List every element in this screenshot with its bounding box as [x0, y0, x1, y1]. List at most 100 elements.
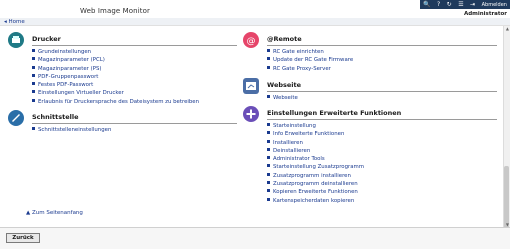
- bullet-icon: [267, 95, 270, 98]
- menu-link[interactable]: Festes PDF-Passwort: [32, 81, 199, 89]
- back-button[interactable]: Zurück: [6, 233, 40, 243]
- bullet-icon: [267, 189, 270, 193]
- menu-link[interactable]: RC Gate einrichten: [267, 48, 353, 56]
- main-content: Drucker Grundeinstellungen Magazinparamet…: [0, 26, 503, 227]
- bullet-icon: [267, 123, 270, 126]
- svg-text:@: @: [247, 37, 256, 47]
- menu-link[interactable]: Zusatzprogramm deinstallieren: [267, 180, 364, 188]
- menu-link[interactable]: Kartenspeicherdaten kopieren: [267, 197, 364, 205]
- web-image-monitor: Web Image Monitor 🔍 ? ↻ ☰ ⇥ Abmelden Adm…: [0, 0, 510, 249]
- webseite-links: Webseite: [267, 94, 298, 102]
- printer-icon: [8, 32, 24, 48]
- menu-link[interactable]: Starteinstellung Zusatzprogramm: [267, 163, 364, 171]
- bullet-icon: [267, 197, 270, 201]
- list-icon[interactable]: ☰: [458, 0, 463, 9]
- menu-link-label: Magazinparameter (PCL): [38, 57, 105, 64]
- menu-link-label: Zusatzprogramm installieren: [273, 172, 351, 179]
- app-title: Web Image Monitor: [80, 7, 150, 15]
- section-title: Schnittstelle: [32, 113, 79, 121]
- menu-link-label: Info Erweiterte Funktionen: [273, 131, 345, 138]
- menu-link[interactable]: Magazinparameter (PCL): [32, 56, 199, 64]
- menu-link-label: Grundeinstellungen: [38, 49, 92, 55]
- section-title: Webseite: [267, 81, 302, 89]
- menu-link-label: Update der RC Gate Firmware: [273, 57, 354, 64]
- help-icon[interactable]: ?: [437, 0, 440, 9]
- menu-link-label: RC Gate Proxy-Server: [273, 65, 331, 72]
- section-remote: @ @Remote RC Gate einrichten Update der R…: [243, 32, 498, 72]
- bullet-icon: [32, 65, 35, 69]
- remote-icon: @: [243, 32, 259, 48]
- menu-link-label: Festes PDF-Passwort: [38, 82, 94, 89]
- menu-link-label: RC Gate einrichten: [273, 49, 324, 55]
- logout-icon[interactable]: ⇥: [470, 0, 475, 9]
- breadcrumb: ◂ Home: [0, 18, 510, 26]
- back-to-top-label: Zum Seitenanfang: [31, 210, 83, 216]
- menu-link[interactable]: Erlaubnis für Druckersprache des Dateisy…: [32, 98, 199, 106]
- bullet-icon: [267, 49, 270, 52]
- erweitert-links: Starteinstellung Info Erweiterte Funktion…: [267, 122, 364, 205]
- menu-link-label: Webseite: [273, 95, 298, 101]
- bullet-icon: [267, 181, 270, 185]
- home-label: Home: [8, 19, 25, 25]
- bullet-icon: [267, 131, 270, 135]
- bullet-icon: [32, 49, 35, 52]
- bullet-icon: [32, 57, 35, 61]
- bullet-icon: [267, 156, 270, 160]
- menu-link[interactable]: Update der RC Gate Firmware: [267, 56, 353, 64]
- bullet-icon: [267, 57, 270, 61]
- divider: [32, 45, 237, 46]
- menu-link-label: Schnittstelleneinstellungen: [38, 127, 112, 133]
- menu-link[interactable]: Deinstallieren: [267, 147, 364, 155]
- menu-link-label: Erlaubnis für Druckersprache des Dateisy…: [38, 98, 200, 105]
- menu-link[interactable]: Administrator Tools: [267, 155, 364, 163]
- section-webseite: Webseite Webseite: [243, 78, 498, 108]
- scrollbar[interactable]: ▲ ▼: [503, 26, 510, 236]
- menu-link-label: Magazinparameter (PS): [38, 65, 102, 72]
- schnittstelle-links: Schnittstelleneinstellungen: [32, 126, 111, 134]
- plus-icon: [243, 106, 259, 122]
- scroll-up-icon[interactable]: ▲: [506, 26, 509, 31]
- header: Web Image Monitor 🔍 ? ↻ ☰ ⇥ Abmelden Adm…: [0, 0, 510, 20]
- menu-link-label: Deinstallieren: [273, 147, 311, 154]
- menu-link[interactable]: Grundeinstellungen: [32, 48, 199, 56]
- logout-link[interactable]: Abmelden: [482, 2, 507, 8]
- up-arrow-icon: ▲: [26, 210, 31, 216]
- menu-link[interactable]: Installieren: [267, 139, 364, 147]
- menu-link[interactable]: Zusatzprogramm installieren: [267, 172, 364, 180]
- divider: [32, 123, 237, 124]
- menu-link-label: Starteinstellung Zusatzprogramm: [273, 164, 365, 171]
- section-title: Drucker: [32, 35, 61, 43]
- refresh-icon[interactable]: ↻: [447, 0, 452, 9]
- menu-link[interactable]: Starteinstellung: [267, 122, 364, 130]
- menu-link[interactable]: Kopieren Erweiterte Funktionen: [267, 188, 364, 196]
- section-title: Einstellungen Erweiterte Funktionen: [267, 109, 402, 117]
- section-title: @Remote: [267, 35, 302, 43]
- menu-link-label: Zusatzprogramm deinstallieren: [273, 181, 358, 188]
- bullet-icon: [32, 90, 35, 94]
- menu-link-label: Einstellungen Virtueller Drucker: [38, 90, 124, 97]
- home-link[interactable]: ◂ Home: [4, 18, 25, 26]
- menu-link[interactable]: Webseite: [267, 94, 298, 102]
- bullet-icon: [32, 127, 35, 130]
- network-icon: [8, 110, 24, 126]
- menu-link[interactable]: RC Gate Proxy-Server: [267, 65, 353, 73]
- bullet-icon: [32, 82, 35, 86]
- menu-link[interactable]: Magazinparameter (PS): [32, 65, 199, 73]
- menu-link[interactable]: Info Erweiterte Funktionen: [267, 130, 364, 138]
- menu-link[interactable]: PDF-Gruppenpasswort: [32, 73, 199, 81]
- divider: [267, 91, 497, 92]
- remote-links: RC Gate einrichten Update der RC Gate Fir…: [267, 48, 353, 73]
- menu-link[interactable]: Schnittstelleneinstellungen: [32, 126, 111, 134]
- bullet-icon: [267, 65, 270, 69]
- menu-link[interactable]: Einstellungen Virtueller Drucker: [32, 89, 199, 97]
- divider: [267, 119, 497, 120]
- back-to-top-link[interactable]: ▲ Zum Seitenanfang: [26, 210, 83, 216]
- webpage-icon: [243, 78, 259, 94]
- menu-link-label: Kopieren Erweiterte Funktionen: [273, 189, 358, 196]
- search-icon[interactable]: 🔍: [423, 0, 430, 9]
- bullet-icon: [267, 172, 270, 176]
- section-drucker: Drucker Grundeinstellungen Magazinparamet…: [8, 32, 238, 112]
- bullet-icon: [267, 164, 270, 168]
- menu-link-label: Starteinstellung: [273, 123, 316, 129]
- menu-link-label: Installieren: [273, 139, 303, 146]
